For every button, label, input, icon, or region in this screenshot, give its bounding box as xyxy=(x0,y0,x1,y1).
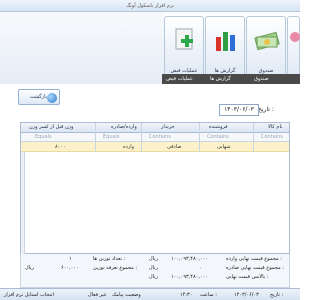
money-icon xyxy=(254,27,280,53)
col-header-forushande[interactable]: فروشنده xyxy=(209,124,228,130)
users-icon xyxy=(289,27,315,53)
date-label: تاریخ : xyxy=(258,106,274,113)
col-header-kala[interactable]: نام کالا xyxy=(268,124,282,130)
total-in-value: ۱۰۰,۰۹۳,۴۸۰,۰۰۰ xyxy=(171,256,208,262)
fee-unit: ریال xyxy=(25,265,34,271)
users-button[interactable] xyxy=(287,16,300,78)
filter-forushande[interactable]: Contains xyxy=(207,134,229,140)
total-out-value: ۰ xyxy=(199,265,202,271)
filter-type[interactable]: Equals xyxy=(103,134,120,140)
strip-label-receipts: عملیات قبض xyxy=(166,76,193,82)
cell-kharidar: صادقی xyxy=(167,144,182,150)
column-divider xyxy=(253,123,254,152)
back-button-label: بازگشت xyxy=(29,94,47,100)
sms-status-label: وضعیت پیامک xyxy=(112,292,141,298)
strip-label-reports: گزارش ها xyxy=(210,76,231,82)
status-date-value: ۱۴۰۳/۰۶/۰۳ xyxy=(234,292,259,298)
count-value: ۱ xyxy=(69,256,72,262)
status-bar: انتخاب استایل نرم افزار غیر فعال وضعیت پ… xyxy=(0,288,300,300)
total-out-unit: ریال xyxy=(149,265,158,271)
balance-unit: ریال xyxy=(149,274,158,280)
table-row[interactable]: شهابی صادقی وارده ۸۰۰۰ xyxy=(21,142,289,152)
filter-kharidar[interactable]: Contains xyxy=(149,134,171,140)
cell-weight: ۸۰۰۰ xyxy=(55,144,66,150)
col-header-weight[interactable]: وزن قبل از کسر وزن xyxy=(29,124,73,130)
total-in-unit: ریال xyxy=(149,256,158,262)
select-style-link[interactable]: انتخاب استایل نرم افزار xyxy=(4,292,54,298)
total-out-label: مجموع قیمت نهایی صادره : xyxy=(226,265,284,271)
sms-status-value: غیر فعال xyxy=(88,292,107,298)
status-date-label: تاریخ : xyxy=(270,292,284,298)
cell-forushande: شهابی xyxy=(217,144,231,150)
fee-label: مجموع تعرفه توزین : xyxy=(93,265,138,271)
ribbon: عملیات قبض گزارش ها صندوق عملیات قبض گزا… xyxy=(0,12,300,84)
cashbox-button[interactable]: صندوق xyxy=(246,16,286,78)
grid-filter-row: Contains Contains Contains Equals Equals xyxy=(21,133,289,142)
count-label: تعداد توزین ها : xyxy=(93,256,126,262)
clock-label: ساعت : xyxy=(200,292,217,298)
back-button[interactable]: بازگشت xyxy=(18,89,60,105)
reports-button[interactable]: گزارش ها xyxy=(205,16,245,78)
bar-chart-icon xyxy=(213,27,239,53)
grid-header: نام کالا فروشنده خریدار وارده/صادره وزن … xyxy=(21,123,289,133)
column-divider xyxy=(141,123,142,152)
balance-label: بالانس قیمت نهایی : xyxy=(226,274,269,280)
cell-type: وارده xyxy=(123,144,135,150)
ribbon-empty-area xyxy=(0,12,164,84)
filter-weight[interactable]: Equals xyxy=(35,134,52,140)
add-document-icon xyxy=(172,27,198,53)
col-header-type[interactable]: وارده/صادره xyxy=(111,124,137,130)
weighing-grid[interactable]: نام کالا فروشنده خریدار وارده/صادره وزن … xyxy=(20,122,290,255)
col-header-kharidar[interactable]: خریدار xyxy=(161,124,175,130)
ribbon-group-strip: عملیات قبض گزارش ها صندوق xyxy=(162,74,300,84)
receipt-operations-button[interactable]: عملیات قبض xyxy=(164,16,204,78)
strip-label-cashbox: صندوق xyxy=(254,76,269,82)
fee-value: ۶۰۰,۰۰۰ xyxy=(61,265,79,271)
back-arrow-icon xyxy=(47,93,57,103)
column-divider xyxy=(199,123,200,152)
clock-value: ۱۴:۳۰ xyxy=(180,292,193,298)
date-input[interactable]: ۱۴۰۳/۰۶/۰۳ xyxy=(219,104,259,116)
total-in-label: مجموع قیمت نهایی وارده : xyxy=(226,256,282,262)
balance-value: ۱۰۰,۰۹۳,۴۸۰,۰۰۰ xyxy=(171,274,208,280)
filter-kala[interactable]: Contains xyxy=(261,134,283,140)
window-title: نرم افزار باسکول آونگ xyxy=(0,0,300,12)
summary-footer: مجموع قیمت نهایی وارده : ۱۰۰,۰۹۳,۴۸۰,۰۰۰… xyxy=(20,254,290,288)
column-divider xyxy=(95,123,96,152)
